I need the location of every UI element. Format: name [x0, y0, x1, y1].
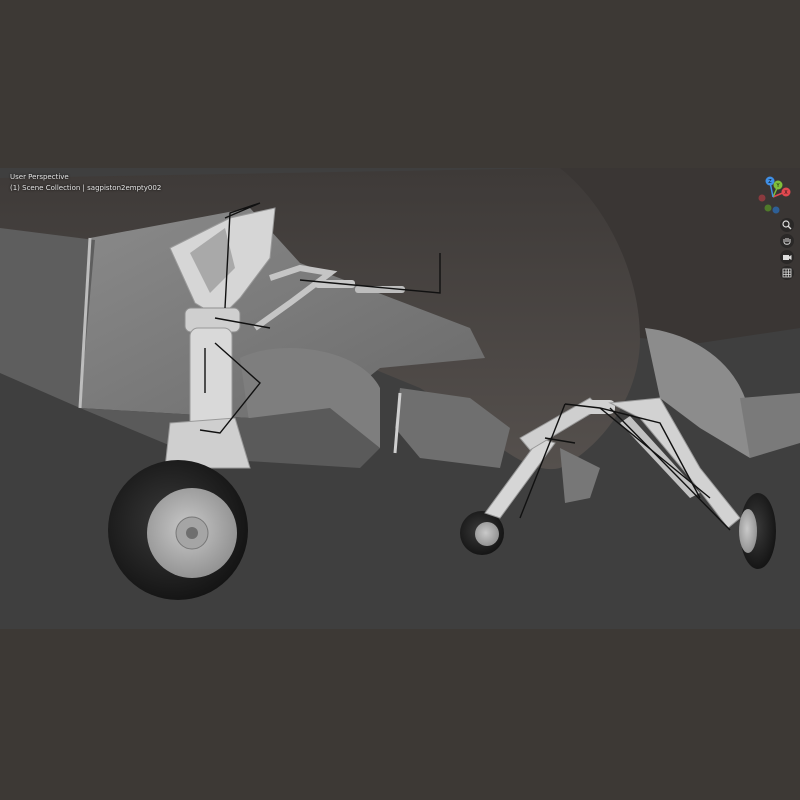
navigation-gizmo[interactable]: X Y Z	[750, 174, 796, 220]
camera-button[interactable]	[780, 250, 794, 264]
perspective-toggle-button[interactable]	[780, 266, 794, 280]
view-name: User Perspective	[10, 173, 69, 181]
top-border-area	[0, 0, 800, 168]
collection-info: (1) Scene Collection | sagpiston2empty00…	[10, 184, 162, 192]
axis-x-label: X	[784, 190, 788, 196]
3d-viewport[interactable]: User Perspective (1) Scene Collection | …	[0, 168, 800, 629]
viewport-info: User Perspective (1) Scene Collection | …	[10, 172, 161, 194]
hand-pan-icon	[783, 238, 791, 245]
grid-icon	[782, 268, 792, 278]
camera-icon	[783, 255, 792, 260]
zoom-icon	[782, 220, 792, 230]
bottom-border-area	[0, 629, 800, 800]
axis-z-label: Z	[768, 179, 772, 185]
scene-render[interactable]	[0, 168, 800, 629]
right-wing	[740, 393, 800, 458]
right-door	[560, 448, 600, 503]
pan-button[interactable]	[780, 234, 794, 248]
zoom-button[interactable]	[780, 218, 794, 232]
